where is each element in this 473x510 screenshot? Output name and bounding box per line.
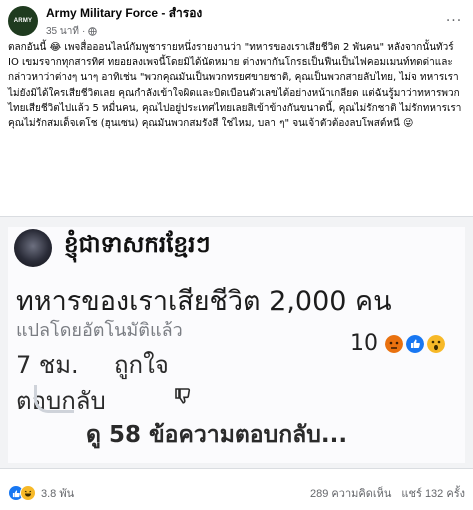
post-header-text: Army Military Force - สำรอง 35 นาที · [46,4,443,39]
post-image[interactable]: ខ្ញុំជាទាសករខ្មែរៗ ทหารของเราเสียชีวิต 2… [0,216,473,469]
shares-count-link[interactable]: แชร์ 132 ครั้ง [401,484,465,502]
comment-screenshot: ខ្ញុំជាទាសករខ្មែរៗ ทหารของเราเสียชีวิต 2… [8,227,465,463]
post-footer: 3.8 พัน 289 ความคิดเห็น แชร์ 132 ครั้ง [8,482,465,504]
more-options-icon[interactable]: ··· [443,10,465,32]
angry-reaction-icon [385,334,403,353]
post-header: ARMY Army Military Force - สำรอง 35 นาที… [8,4,465,39]
comment-like-button: ถูกใจ [114,351,169,379]
comment-reaction-count: 10 [350,331,378,356]
post-meta: 35 นาที · [46,24,443,39]
comments-count-link[interactable]: 289 ความคิดเห็น [310,484,391,502]
post-caption: ตลกอันนี้ 😂 เพจสื่อออนไลน์กัมพูชารายหนึ่… [8,42,462,130]
globe-icon [88,26,97,36]
page-name-link[interactable]: Army Military Force - สำรอง [46,4,443,23]
commenter-avatar [14,229,52,267]
auto-translated-note: แปลโดยอัตโนมัติแล้ว [16,320,183,341]
commenter-name: ខ្ញុំជាទាសករខ្មែរៗ [64,232,211,258]
comment-time: 7 ชม. [16,351,79,379]
comment-reactions: 10 [350,331,445,356]
reaction-count: 3.8 พัน [41,488,75,500]
reply-thread-line [34,385,74,413]
engagement-stats: 289 ความคิดเห็น แชร์ 132 ครั้ง [310,484,465,502]
avatar-logo-text: ARMY [13,18,33,24]
wow-reaction-icon [427,334,445,353]
view-replies-link: ดู 58 ข้อความตอบกลับ... [86,422,348,448]
page-avatar[interactable]: ARMY [8,6,38,36]
dislike-icon [175,388,191,404]
reaction-summary[interactable]: 3.8 พัน [8,484,74,502]
like-reaction-icon [406,334,424,353]
facebook-post: ARMY Army Military Force - สำรอง 35 นาที… [0,0,473,510]
post-time[interactable]: 35 นาที [46,24,79,39]
haha-icon [20,485,36,501]
